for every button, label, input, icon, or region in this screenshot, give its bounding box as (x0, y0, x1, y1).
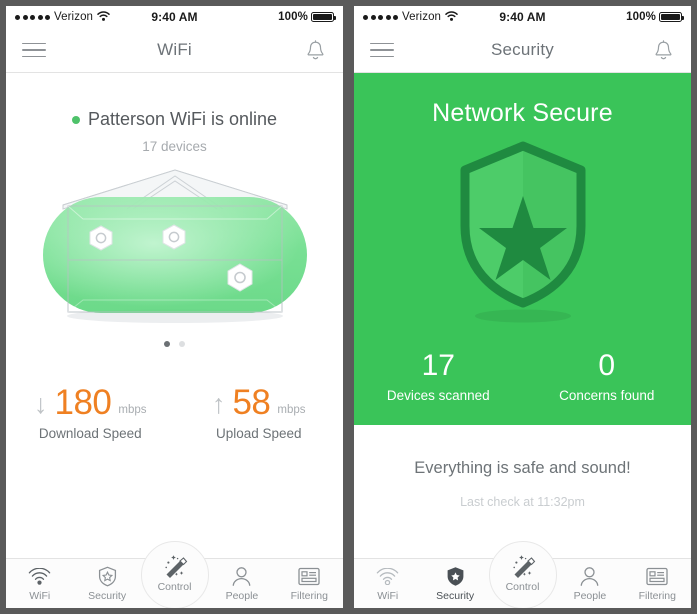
concerns-found-value: 0 (598, 349, 616, 382)
wifi-icon (28, 566, 51, 587)
safe-message: Everything is safe and sound! (414, 459, 631, 477)
tab-people[interactable]: People (556, 559, 623, 608)
person-icon (231, 566, 252, 587)
tab-control-label: Control (505, 581, 540, 593)
download-speed-label: Download Speed (38, 426, 142, 441)
filter-card-icon (298, 566, 320, 587)
home-network-illustration (6, 164, 343, 339)
tab-bar-wifi: WiFi Security Control People Filtering (6, 541, 343, 608)
tab-people-label: People (573, 589, 607, 602)
concerns-found-stat: 0 Concerns found (523, 349, 692, 403)
tab-wifi-label: WiFi (377, 589, 399, 602)
tab-wifi[interactable]: WiFi (354, 559, 421, 608)
hamburger-menu-icon[interactable] (22, 42, 46, 58)
shield-icon (98, 566, 117, 587)
upload-speed-unit: mbps (277, 404, 306, 416)
download-speed-value: 180 (54, 383, 112, 422)
network-status-text: Patterson WiFi is online (87, 109, 278, 129)
page-dot[interactable] (179, 341, 185, 347)
tab-security[interactable]: Security (73, 559, 140, 608)
online-status-dot (71, 115, 80, 124)
phone-screen-security: Verizon 9:40 AM 100% Security Network Se… (354, 6, 691, 608)
tab-security-label: Security (88, 589, 127, 602)
status-bar: Verizon 9:40 AM 100% (6, 6, 343, 28)
wifi-icon (445, 10, 458, 24)
network-status-line: Patterson WiFi is online (6, 109, 343, 130)
download-speed-stat: ↓ 180 mbps Download Speed (6, 383, 175, 442)
wifi-icon (97, 10, 110, 24)
status-bar-right: 100% (572, 11, 684, 23)
signal-strength-dots (15, 14, 50, 20)
battery-percent-label: 100% (626, 11, 656, 23)
wifi-icon (376, 566, 399, 587)
status-bar-left: Verizon (15, 10, 125, 24)
tab-control[interactable]: Control (140, 541, 209, 608)
tab-filtering[interactable]: Filtering (276, 559, 343, 608)
concerns-found-label: Concerns found (559, 388, 655, 403)
status-bar-left: Verizon (363, 10, 473, 24)
carrier-label: Verizon (402, 11, 442, 23)
tab-security-label: Security (436, 589, 475, 602)
speed-stats: ↓ 180 mbps Download Speed ↑ 58 mbps Uplo… (6, 383, 344, 442)
signal-strength-dots (363, 14, 398, 20)
devices-scanned-value: 17 (421, 349, 455, 382)
page-dot-active[interactable] (164, 341, 170, 347)
hamburger-menu-icon[interactable] (370, 42, 394, 58)
status-bar: Verizon 9:40 AM 100% (354, 6, 691, 28)
wifi-content: Patterson WiFi is online 17 devices ↓ 18… (6, 73, 343, 558)
page-indicator[interactable] (6, 341, 343, 347)
tab-wifi[interactable]: WiFi (6, 559, 73, 608)
tab-control[interactable]: Control (488, 541, 557, 608)
tab-wifi-label: WiFi (29, 589, 51, 602)
status-bar-right: 100% (224, 11, 336, 23)
battery-full-icon (659, 11, 684, 23)
magic-wand-icon (160, 554, 190, 578)
devices-scanned-stat: 17 Devices scanned (354, 349, 523, 403)
security-stats: 17 Devices scanned 0 Concerns found (354, 349, 691, 425)
tab-filtering-label: Filtering (290, 589, 328, 602)
download-speed-unit: mbps (118, 404, 147, 416)
arrow-down-icon: ↓ (33, 389, 48, 419)
security-banner: Network Secure 17 Devices scanned 0 Conc… (354, 73, 691, 425)
page-title: WiFi (157, 40, 192, 59)
filter-card-icon (646, 566, 668, 587)
tab-security[interactable]: Security (421, 559, 488, 608)
last-check-label: Last check at 11:32pm (460, 495, 585, 509)
upload-speed-label: Upload Speed (215, 426, 302, 441)
arrow-up-icon: ↑ (211, 389, 226, 419)
security-footer: Everything is safe and sound! Last check… (354, 425, 691, 558)
devices-scanned-label: Devices scanned (386, 388, 490, 403)
person-icon (579, 566, 600, 587)
shield-icon (446, 566, 465, 587)
status-bar-time: 9:40 AM (499, 10, 546, 24)
upload-speed-stat: ↑ 58 mbps Upload Speed (175, 383, 344, 442)
upload-speed-value: 58 (232, 383, 271, 422)
dual-phone-screenshot: Verizon 9:40 AM 100% WiFi Patterson WiFi… (0, 0, 697, 614)
tab-bar-security: WiFi Security Control People Filtering (354, 541, 691, 608)
magic-wand-icon (508, 554, 538, 578)
security-status-title: Network Secure (432, 99, 613, 127)
bell-icon[interactable] (651, 39, 675, 61)
tab-control-label: Control (157, 581, 192, 593)
status-bar-time: 9:40 AM (151, 10, 198, 24)
battery-percent-label: 100% (278, 11, 308, 23)
control-button[interactable]: Control (140, 541, 209, 608)
nav-bar-wifi: WiFi (6, 28, 343, 73)
device-count-label: 17 devices (142, 139, 207, 154)
security-content: Network Secure 17 Devices scanned 0 Conc… (354, 73, 691, 558)
nav-bar-security: Security (354, 28, 691, 73)
phone-screen-wifi: Verizon 9:40 AM 100% WiFi Patterson WiFi… (6, 6, 343, 608)
tab-filtering-label: Filtering (638, 589, 676, 602)
tab-people[interactable]: People (208, 559, 275, 608)
control-button[interactable]: Control (488, 541, 557, 608)
tab-filtering[interactable]: Filtering (624, 559, 691, 608)
page-title: Security (490, 40, 554, 59)
battery-full-icon (311, 11, 336, 23)
shield-star-icon (453, 140, 593, 335)
bell-icon[interactable] (303, 39, 327, 61)
carrier-label: Verizon (54, 11, 94, 23)
tab-people-label: People (225, 589, 259, 602)
